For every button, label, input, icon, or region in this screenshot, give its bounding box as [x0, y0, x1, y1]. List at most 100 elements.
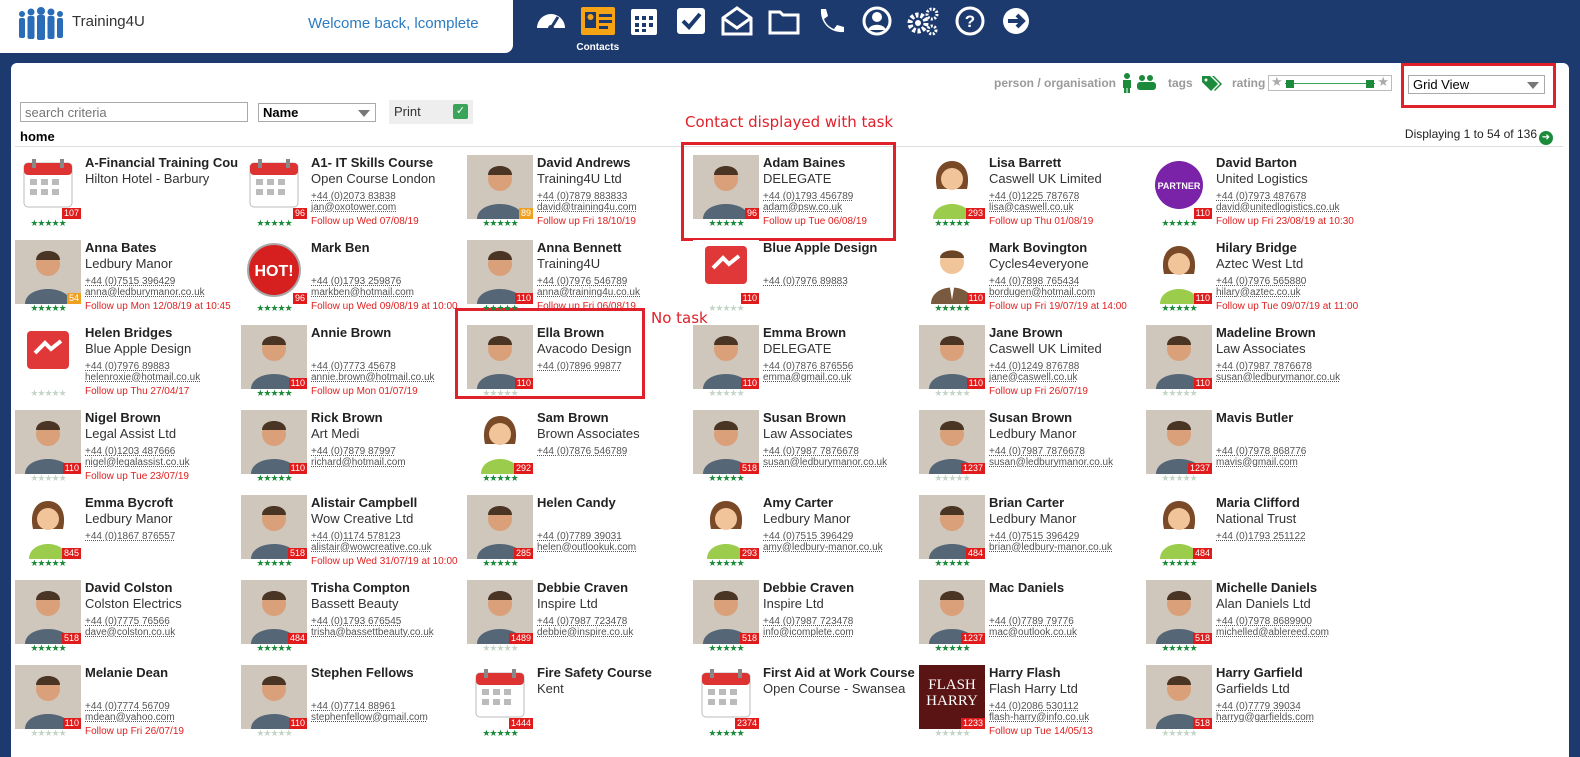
contact-name[interactable]: Nigel Brown [85, 410, 240, 425]
contact-card[interactable]: 110 ★★★★★ Emma Brown DELEGATE +44 (0)7876 87… [693, 325, 919, 410]
contact-name[interactable]: Annie Brown [311, 325, 466, 340]
contact-card[interactable]: 110 ★★★★★ Nigel Brown Legal Assist Ltd +44 (… [15, 410, 241, 495]
contact-card[interactable]: 1489 ★★★★★ Debbie Craven Inspire Ltd +44 (0)… [467, 580, 693, 665]
contact-card[interactable]: 293 ★★★★★ Lisa Barrett Caswell UK Limited +4… [919, 155, 1145, 240]
contact-thumbnail[interactable]: 1237 [1146, 410, 1212, 474]
contact-thumbnail[interactable]: PARTNER 110 [1146, 155, 1212, 219]
next-page-arrow-icon[interactable]: ➜ [1539, 131, 1553, 145]
contact-thumbnail[interactable]: 110 [15, 410, 81, 474]
contact-email[interactable]: anna@ledburymanor.co.uk [85, 287, 205, 298]
contact-card[interactable]: 518 ★★★★★ Debbie Craven Inspire Ltd +44 (0)7… [693, 580, 919, 665]
contact-name[interactable]: Brian Carter [989, 495, 1144, 510]
contact-card[interactable]: 110 ★★★★★ Jane Brown Caswell UK Limited +44 … [919, 325, 1145, 410]
contact-card[interactable]: 96 ★★★★★ Adam Baines DELEGATE +44 (0)1793 45… [693, 155, 919, 240]
contact-card[interactable]: 484 ★★★★★ Brian Carter Ledbury Manor +44 (0)… [919, 495, 1145, 580]
contact-phone[interactable]: +44 (0)7879 883833 [537, 191, 627, 202]
contact-phone[interactable]: +44 (0)7775 76566 [85, 616, 170, 627]
contact-email[interactable]: jan@oxotower.com [311, 202, 396, 213]
contact-email[interactable]: flash-harry@info.co.uk [989, 712, 1089, 723]
contact-name[interactable]: Anna Bates [85, 240, 240, 255]
contact-name[interactable]: Debbie Craven [537, 580, 692, 595]
contact-name[interactable]: Emma Bycroft [85, 495, 240, 510]
contact-name[interactable]: Adam Baines [763, 155, 918, 170]
contact-card[interactable]: 518 ★★★★★ Michelle Daniels Alan Daniels Ltd… [1146, 580, 1372, 665]
nav-tasks[interactable] [668, 4, 715, 54]
contact-card[interactable]: 110 ★★★★★ Mark Bovington Cycles4everyone +44… [919, 240, 1145, 325]
contact-phone[interactable]: +44 (0)7779 39034 [1216, 701, 1301, 712]
contact-name[interactable]: Anna Bennett [537, 240, 692, 255]
contact-thumbnail[interactable]: 518 [1146, 580, 1212, 644]
contact-phone[interactable]: +44 (0)7976 89883 [85, 361, 170, 372]
contact-thumbnail[interactable]: 518 [693, 410, 759, 474]
contact-email[interactable]: adam@psw.co.uk [763, 202, 842, 213]
contact-name[interactable]: Melanie Dean [85, 665, 240, 680]
contact-email[interactable]: susan@ledburymanor.co.uk [989, 457, 1113, 468]
contact-phone[interactable]: +44 (0)1225 787678 [989, 191, 1079, 202]
nav-files[interactable] [761, 4, 808, 54]
contact-card[interactable]: 110 ★★★★★ Madeline Brown Law Associates +44 … [1146, 325, 1372, 410]
contact-name[interactable]: A1- IT Skills Course [311, 155, 466, 170]
contact-thumbnail[interactable]: 96 [693, 155, 759, 219]
contact-phone[interactable]: +44 (0)7898 765434 [989, 276, 1079, 287]
contact-thumbnail[interactable]: 110 [241, 410, 307, 474]
contact-thumbnail[interactable]: 484 [241, 580, 307, 644]
nav-logout[interactable] [993, 4, 1040, 54]
contact-email[interactable]: susan@ledburymanor.co.uk [1216, 372, 1340, 383]
contact-phone[interactable]: +44 (0)7515 396429 [989, 531, 1079, 542]
contact-email[interactable]: jane@caswell.co.uk [989, 372, 1078, 383]
contact-thumbnail[interactable]: 110 [693, 240, 759, 304]
contact-name[interactable]: Stephen Fellows [311, 665, 466, 680]
contact-name[interactable]: Harry Garfield [1216, 665, 1371, 680]
contact-card[interactable]: PARTNER 110 ★★★★★ David Barton United Logist… [1146, 155, 1372, 240]
contact-card[interactable]: ★★★★★ Helen Bridges Blue Apple Design +44 (… [15, 325, 241, 410]
contact-card[interactable]: 110 ★★★★★ Hilary Bridge Aztec West Ltd +44 (… [1146, 240, 1372, 325]
contact-phone[interactable]: +44 (0)1203 487666 [85, 446, 175, 457]
nav-calendar[interactable] [621, 4, 668, 54]
contact-thumbnail[interactable]: 518 [15, 580, 81, 644]
contact-card[interactable]: 110 ★★★★★ Annie Brown +44 (0)7773 45678 anni… [241, 325, 467, 410]
contact-thumbnail[interactable]: 293 [693, 495, 759, 559]
sort-field-select[interactable]: Name [258, 103, 376, 122]
contact-email[interactable]: mdean@yahoo.com [85, 712, 175, 723]
contact-card[interactable]: 110 ★★★★★ Stephen Fellows +44 (0)7714 88961… [241, 665, 467, 750]
contact-name[interactable]: Amy Carter [763, 495, 918, 510]
contact-card[interactable]: 845 ★★★★★ Emma Bycroft Ledbury Manor +44 (0)… [15, 495, 241, 580]
contact-card[interactable]: 518 ★★★★★ Harry Garfield Garfields Ltd +44 (… [1146, 665, 1372, 750]
contact-email[interactable]: hilary@aztec.co.uk [1216, 287, 1301, 298]
contact-phone[interactable]: +44 (0)7773 45678 [311, 361, 396, 372]
contact-name[interactable]: Helen Bridges [85, 325, 240, 340]
contact-name[interactable]: Madeline Brown [1216, 325, 1371, 340]
contact-phone[interactable]: +44 (0)7774 56709 [85, 701, 170, 712]
contact-name[interactable]: A-Financial Training Cou [85, 155, 240, 170]
contact-thumbnail[interactable]: 845 [15, 495, 81, 559]
contact-email[interactable]: bordugen@hotmail.com [989, 287, 1095, 298]
contact-thumbnail[interactable]: 110 [1146, 325, 1212, 389]
nav-help[interactable]: ? [947, 4, 994, 54]
contact-card[interactable]: HOT! 96 ★★★★★ Mark Ben +44 (0)1793 259876 mar… [241, 240, 467, 325]
contact-name[interactable]: Blue Apple Design [763, 240, 918, 255]
contact-phone[interactable]: +44 (0)7973 487678 [1216, 191, 1306, 202]
contact-phone[interactable]: +44 (0)7515 396429 [763, 531, 853, 542]
contact-thumbnail[interactable]: 1489 [467, 580, 533, 644]
contact-thumbnail[interactable]: 110 [919, 325, 985, 389]
contact-phone[interactable]: +44 (0)7978 8689900 [1216, 616, 1312, 627]
contact-email[interactable]: david@training4u.com [537, 202, 637, 213]
contact-name[interactable]: Debbie Craven [763, 580, 918, 595]
contact-card[interactable]: 110 ★★★★★ Blue Apple Design +44 (0)7976 898… [693, 240, 919, 325]
breadcrumb-home[interactable]: home [20, 129, 55, 144]
rating-slider-max-handle[interactable] [1366, 80, 1374, 88]
contact-email[interactable]: annie.brown@hotmail.co.uk [311, 372, 435, 383]
contact-phone[interactable]: +44 (0)7987 7876678 [1216, 361, 1312, 372]
contact-email[interactable]: richard@hotmail.com [311, 457, 406, 468]
contact-email[interactable]: lisa@caswell.co.uk [989, 202, 1074, 213]
tags-filter-icon[interactable] [1201, 74, 1223, 92]
contact-name[interactable]: Sam Brown [537, 410, 692, 425]
contact-thumbnail[interactable] [15, 325, 81, 389]
contact-phone[interactable]: +44 (0)7987 7876678 [763, 446, 859, 457]
contact-name[interactable]: Lisa Barrett [989, 155, 1144, 170]
contact-email[interactable]: dave@colston.co.uk [85, 627, 175, 638]
nav-phone[interactable] [807, 4, 854, 54]
contact-name[interactable]: Helen Candy [537, 495, 692, 510]
contact-phone[interactable]: +44 (0)7987 723478 [763, 616, 853, 627]
contact-card[interactable]: 292 ★★★★★ Sam Brown Brown Associates +44 (0)… [467, 410, 693, 495]
